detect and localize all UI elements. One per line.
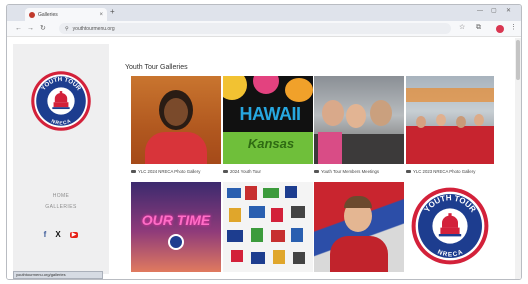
hawaii-text: HAWAII (239, 104, 301, 124)
tab-strip: Galleries × + — ▢ ✕ (7, 5, 521, 21)
shirt-shape (145, 132, 207, 164)
shirt-shape (330, 236, 388, 272)
gallery-caption-2[interactable]: 2024 Youth Tour (223, 169, 261, 174)
face-shape (456, 116, 466, 128)
site-info-icon[interactable]: ⚲ (65, 26, 69, 32)
sticker-shape (271, 230, 285, 242)
gallery-caption-3[interactable]: Youth Tour Members Meetings (314, 169, 379, 174)
scrollbar-thumb[interactable] (516, 40, 520, 80)
sticker-shape (273, 250, 285, 264)
banner-shape (406, 88, 494, 102)
face-shape (416, 116, 426, 128)
sticker-shape (291, 228, 303, 242)
web-page: YOUTH TOUR NRECA HOME GALLERIES f X ▶ Yo… (7, 38, 521, 279)
reload-icon[interactable]: ↻ (40, 25, 46, 32)
gallery-caption-4[interactable]: YLC 2023 NRECA Photo Gallery (406, 169, 475, 174)
address-bar[interactable]: ⚲ youthtourmenu.org (59, 23, 451, 34)
maximize-icon[interactable]: ▢ (491, 8, 497, 14)
sticker-shape (251, 252, 265, 264)
new-tab-button[interactable]: + (110, 8, 115, 16)
gallery-thumbnail-flag-student[interactable] (314, 182, 404, 272)
sticker-shape (231, 250, 243, 262)
pink-shirt-shape (318, 132, 342, 164)
bookmark-star-icon[interactable]: ☆ (459, 24, 465, 31)
youtube-icon[interactable]: ▶ (69, 232, 79, 238)
browser-tab[interactable]: Galleries × (25, 8, 107, 21)
kansas-text: Kansas (247, 136, 295, 151)
gallery-thumbnail-youth-tour-logo[interactable]: YOUTH TOUR NRECA (406, 182, 494, 272)
flower-shape (223, 76, 247, 100)
menu-icon[interactable]: ⋮ (510, 24, 517, 31)
tab-close-icon[interactable]: × (99, 12, 103, 18)
face-shape (164, 98, 188, 126)
nav-galleries[interactable]: GALLERIES (13, 204, 109, 210)
page-title: Youth Tour Galleries (125, 64, 188, 71)
face-shape (436, 114, 446, 126)
minimize-icon[interactable]: — (477, 8, 483, 14)
url-text: youthtourmenu.org (72, 25, 115, 32)
youth-tour-logo[interactable]: YOUTH TOUR NRECA (30, 70, 92, 132)
main-content: Youth Tour Galleries YLC 2024 NRECA Phot… (125, 38, 513, 279)
gallery-caption-1[interactable]: YLC 2024 NRECA Photo Gallery (131, 169, 200, 174)
flower-shape (285, 78, 313, 102)
our-time-text: OUR TIME (141, 212, 211, 228)
camera-icon (406, 169, 411, 174)
red-shirts-shape (406, 126, 494, 164)
profile-avatar[interactable] (496, 25, 504, 33)
camera-icon (131, 169, 136, 174)
page-scrollbar[interactable] (515, 38, 521, 279)
gallery-thumbnail-ylc-2023[interactable] (406, 76, 494, 164)
social-links: f X ▶ (13, 231, 109, 239)
site-sidebar: YOUTH TOUR NRECA HOME GALLERIES f X ▶ (13, 44, 109, 274)
sticker-shape (227, 188, 241, 198)
close-window-icon[interactable]: ✕ (506, 8, 511, 14)
sticker-shape (245, 186, 257, 200)
back-icon[interactable]: ← (15, 25, 22, 32)
gallery-thumbnail-state-stickers[interactable] (223, 182, 313, 272)
face-shape (370, 100, 392, 126)
camera-icon (223, 169, 228, 174)
address-toolbar: ← → ↻ ⚲ youthtourmenu.org ☆ ⧉ ⋮ (7, 21, 521, 37)
badge-shape (168, 234, 184, 250)
gallery-thumbnail-ylc-2024[interactable] (131, 76, 221, 164)
browser-window: Galleries × + — ▢ ✕ ← → ↻ ⚲ youthtourmen… (6, 4, 522, 280)
gallery-thumbnail-2024-youth-tour[interactable]: HAWAII Kansas (223, 76, 313, 164)
flower-shape (253, 76, 279, 94)
nav-home[interactable]: HOME (13, 193, 109, 199)
face-shape (474, 114, 484, 126)
extensions-icon[interactable]: ⧉ (476, 24, 481, 31)
gallery-thumbnail-our-time[interactable]: OUR TIME (131, 182, 221, 272)
face-shape (322, 100, 344, 126)
status-bar: youthtourmenu.org/galleries (13, 271, 103, 279)
sticker-shape (229, 208, 241, 222)
sticker-shape (271, 208, 283, 222)
camera-icon (314, 169, 319, 174)
youth-tour-logo: YOUTH TOUR NRECA (411, 187, 489, 265)
facebook-icon[interactable]: f (44, 231, 47, 239)
sticker-shape (263, 188, 279, 198)
sticker-shape (285, 186, 297, 198)
favicon-icon (29, 11, 35, 18)
sticker-shape (249, 206, 265, 218)
sticker-shape (227, 230, 243, 242)
forward-icon[interactable]: → (27, 25, 34, 32)
x-icon[interactable]: X (55, 231, 60, 239)
gallery-thumbnail-members-meetings[interactable] (314, 76, 404, 164)
sticker-shape (293, 252, 305, 264)
sticker-shape (251, 228, 263, 242)
hair-shape (344, 196, 372, 208)
sticker-shape (291, 206, 305, 218)
face-shape (346, 104, 366, 128)
tab-title: Galleries (38, 11, 58, 18)
